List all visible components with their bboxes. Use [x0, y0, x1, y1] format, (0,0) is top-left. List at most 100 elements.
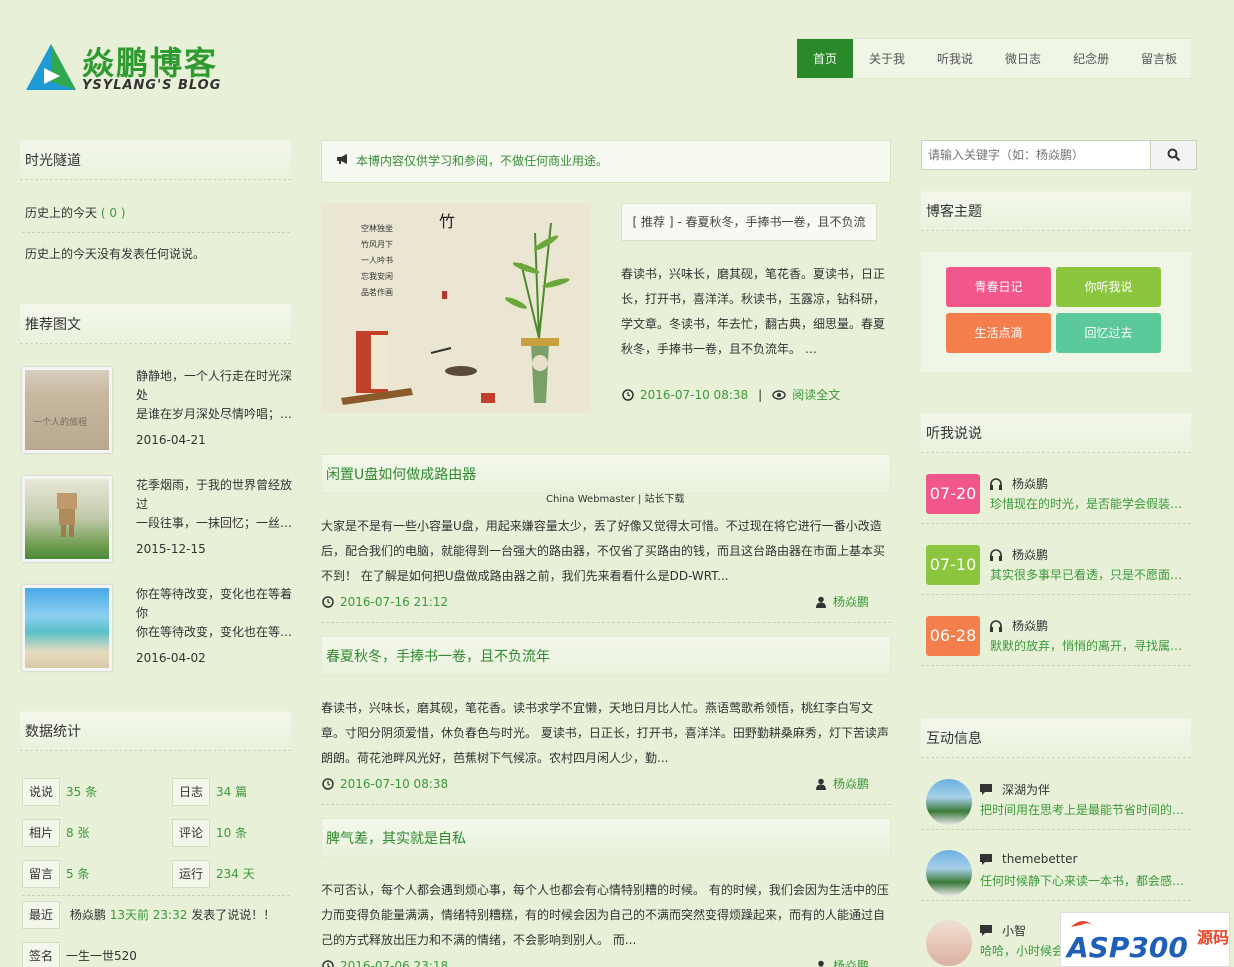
avatar[interactable]: [926, 920, 972, 966]
avatar[interactable]: [926, 779, 972, 825]
article-author[interactable]: 杨焱鹏: [815, 957, 869, 967]
latest-user[interactable]: 杨焱鹏: [70, 908, 106, 922]
interact-text[interactable]: 任何时候静下心来读一本书，都会感…: [980, 872, 1190, 889]
article-title[interactable]: 脾气差，其实就是自私: [321, 818, 891, 858]
say-item[interactable]: 07-10 杨焱鹏 其实很多事早已看透，只是不愿面…: [926, 545, 1191, 599]
interact-user-name: themebetter: [1002, 852, 1078, 866]
recommend-item-title[interactable]: 你在等待改变，变化也在等着你: [136, 585, 292, 623]
interact-item[interactable]: themebetter 任何时候静下心来读一本书，都会感…: [926, 850, 1191, 904]
say-user: 杨焱鹏: [990, 546, 1048, 563]
user-icon: [816, 596, 826, 608]
search-box: [921, 140, 1197, 170]
stat-label: 留言: [22, 860, 61, 888]
nav-home[interactable]: 首页: [797, 39, 854, 78]
interact-user: themebetter: [980, 852, 1078, 866]
say-date: 06-28: [926, 616, 980, 656]
interact-title: 互动信息: [921, 718, 1191, 758]
topic-button[interactable]: 生活点滴: [946, 313, 1051, 353]
article-date: 2016-07-10 08:38: [322, 777, 448, 791]
say-date: 07-10: [926, 545, 980, 585]
search-button[interactable]: [1151, 140, 1197, 170]
today-in-history[interactable]: 历史上的今天 ( 0 ): [25, 204, 125, 221]
say-text[interactable]: 其实很多事早已看透，只是不愿面…: [990, 566, 1190, 583]
recommend-item[interactable]: 你在等待改变，变化也在等着你 你在等待改变，变化也在等… 2016-04-02: [22, 585, 292, 685]
site-logo[interactable]: 焱鹏博客 YSYLANG'S BLOG: [24, 38, 254, 98]
recommend-thumbnail[interactable]: [22, 585, 112, 671]
say-text[interactable]: 默默的放弃，悄悄的离开，寻找属…: [990, 637, 1190, 654]
say-text[interactable]: 珍惜现在的时光，是否能学会假装…: [990, 495, 1190, 512]
poem-line: 品茗作画: [361, 287, 393, 297]
divider: [321, 622, 891, 623]
stat-label: 最近: [22, 901, 61, 929]
article-author[interactable]: 杨焱鹏: [815, 593, 869, 610]
nav-listen[interactable]: 听我说: [921, 39, 989, 78]
stat-latest: 最近 杨焱鹏 13天前 23:32 发表了说说！！: [22, 901, 275, 929]
divider: [921, 829, 1191, 830]
nav-microlog[interactable]: 微日志: [989, 39, 1057, 78]
stat-value: 34 篇: [216, 785, 248, 799]
say-user-name: 杨焱鹏: [1012, 548, 1049, 562]
recommend-item[interactable]: 一个人的旅程 静静地，一个人行走在时光深处 是谁在岁月深处尽情吟唱；… 2016…: [22, 367, 292, 467]
topic-button[interactable]: 回忆过去: [1056, 313, 1161, 353]
interact-text[interactable]: 把时间用在思考上是最能节省时间的…: [980, 801, 1190, 818]
stat-label: 说说: [22, 778, 61, 806]
recommend-item-date: 2016-04-21: [136, 433, 206, 447]
recommend-item-title[interactable]: 花季烟雨，于我的世界曾经放过: [136, 476, 292, 514]
search-input[interactable]: [921, 140, 1151, 170]
say-title: 听我说说: [921, 413, 1191, 453]
article-author-name[interactable]: 杨焱鹏: [833, 775, 869, 792]
nav-album[interactable]: 纪念册: [1057, 39, 1125, 78]
nav-guestbook[interactable]: 留言板: [1125, 39, 1193, 78]
divider: [921, 523, 1191, 524]
recommend-thumbnail[interactable]: 一个人的旅程: [22, 367, 112, 453]
recommend-item-date: 2015-12-15: [136, 542, 206, 556]
eye-icon: [772, 389, 786, 400]
recommend-thumbnail[interactable]: [22, 476, 112, 562]
article-author[interactable]: 杨焱鹏: [815, 775, 869, 792]
featured-date: 2016-07-10 08:38: [640, 387, 749, 402]
poem-line: 忘我安闲: [361, 271, 393, 281]
interact-item[interactable]: 深湖为伴 把时间用在思考上是最能节省时间的…: [926, 779, 1191, 833]
stat-value: 5 条: [66, 867, 90, 881]
divider: [22, 895, 290, 896]
topic-button[interactable]: 青春日记: [946, 267, 1051, 307]
main-nav: 首页 关于我 听我说 微日志 纪念册 留言板: [797, 38, 1191, 79]
stat-uptime: 运行 234 天: [172, 860, 255, 888]
stat-label: 评论: [172, 819, 211, 847]
article-date-text: 2016-07-06 23:18: [340, 959, 449, 967]
say-user: 杨焱鹏: [990, 475, 1048, 492]
comment-icon: [980, 853, 992, 865]
featured-image[interactable]: 竹 空林独坐 竹风月下 一人吟书 忘我安闲 品茗作画: [321, 203, 591, 413]
article-title[interactable]: 闲置U盘如何做成路由器: [321, 454, 891, 494]
avatar[interactable]: [926, 850, 972, 896]
recommend-item[interactable]: 花季烟雨，于我的世界曾经放过 一段往事，一抹回忆；一丝… 2015-12-15: [22, 476, 292, 576]
interact-user: 小智: [980, 922, 1026, 939]
article-body: 不可否认，每个人都会遇到烦心事，每个人也都会有心情特别糟的时候。 有的时候，我们…: [321, 883, 889, 947]
say-item[interactable]: 06-28 杨焱鹏 默默的放弃，悄悄的离开，寻找属…: [926, 616, 1191, 670]
comment-icon: [980, 925, 992, 936]
asp300-badge[interactable]: ASP300 源码: [1060, 912, 1230, 967]
poem-line: 竹风月下: [361, 239, 393, 249]
say-item[interactable]: 07-20 杨焱鹏 珍惜现在的时光，是否能学会假装…: [926, 474, 1191, 528]
article-title[interactable]: 春夏秋冬，手捧书一卷，且不负流年: [321, 636, 891, 676]
stat-value: 8 张: [66, 826, 90, 840]
say-user-name: 杨焱鹏: [1012, 619, 1049, 633]
poem-line: 一人吟书: [361, 255, 393, 265]
stat-comments: 评论 10 条: [172, 819, 247, 847]
recommend-item-title[interactable]: 静静地，一个人行走在时光深处: [136, 367, 292, 405]
featured-image-char: 竹: [439, 212, 455, 231]
divider: [921, 594, 1191, 595]
nav-about[interactable]: 关于我: [853, 39, 921, 78]
article-author-name[interactable]: 杨焱鹏: [833, 957, 869, 967]
notice-bar: 本博内容仅供学习和参阅，不做任何商业用途。: [321, 140, 891, 183]
user-icon: [816, 778, 826, 790]
clock-icon: [322, 778, 334, 790]
featured-tag[interactable]: [ 推荐 ] - 春夏秋冬，手捧书一卷，且不负流: [621, 203, 877, 241]
article-author-name[interactable]: 杨焱鹏: [833, 593, 869, 610]
say-user: 杨焱鹏: [990, 617, 1048, 634]
stat-signature: 签名 一生一世520: [22, 942, 137, 967]
topic-button[interactable]: 你听我说: [1056, 267, 1161, 307]
clock-icon: [322, 960, 334, 967]
user-icon: [817, 960, 825, 967]
read-more-link[interactable]: 阅读全文: [792, 386, 840, 403]
